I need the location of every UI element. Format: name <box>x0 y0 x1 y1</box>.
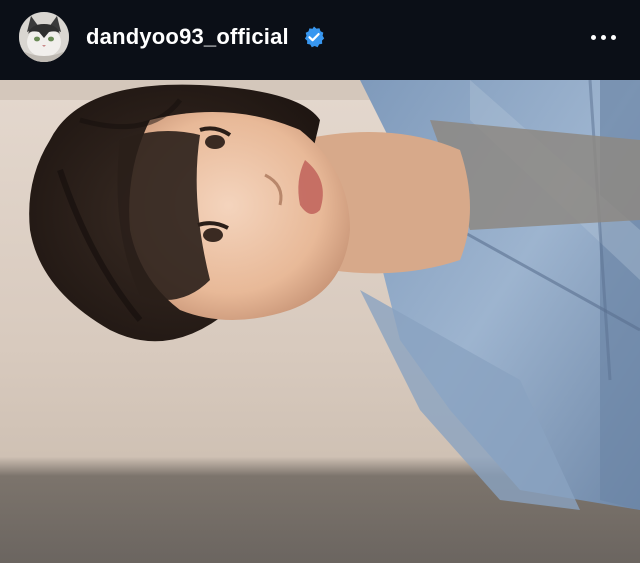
portrait-photo <box>0 80 640 563</box>
verified-badge-icon <box>304 26 325 48</box>
cat-avatar-icon <box>19 12 69 62</box>
avatar[interactable] <box>19 12 69 62</box>
username[interactable]: dandyoo93_official <box>86 24 289 50</box>
post-photo[interactable] <box>0 80 640 563</box>
more-options-icon[interactable] <box>588 24 620 50</box>
post-header: dandyoo93_official <box>0 0 640 80</box>
